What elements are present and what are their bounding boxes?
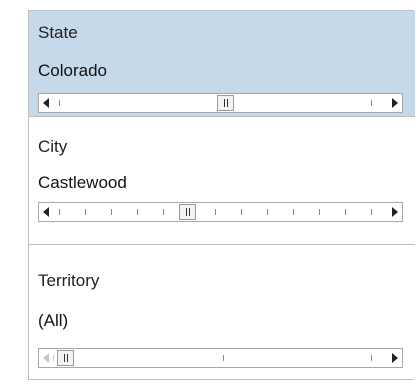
slider-tick bbox=[223, 355, 224, 361]
slider-thumb[interactable] bbox=[179, 204, 196, 220]
city-slider[interactable] bbox=[38, 202, 403, 222]
slider-tick bbox=[53, 355, 54, 361]
slider-tick bbox=[371, 100, 372, 106]
slider-next-arrow-icon[interactable] bbox=[392, 353, 398, 363]
filter-title-territory: Territory bbox=[38, 271, 100, 290]
filter-value-state: Colorado bbox=[38, 61, 107, 80]
territory-slider[interactable] bbox=[38, 348, 403, 368]
filter-value-territory: (All) bbox=[38, 311, 69, 330]
slider-tick bbox=[319, 209, 320, 215]
slider-prev-arrow-icon[interactable] bbox=[43, 98, 49, 108]
slider-tick bbox=[241, 209, 242, 215]
filter-territory[interactable]: Territory (All) bbox=[29, 245, 415, 379]
filter-title-state: State bbox=[38, 23, 78, 42]
slider-next-arrow-icon[interactable] bbox=[392, 207, 398, 217]
slider-prev-arrow-icon[interactable] bbox=[43, 207, 49, 217]
filter-state[interactable]: State Colorado bbox=[29, 11, 415, 116]
filter-city[interactable]: City Castlewood bbox=[29, 117, 415, 235]
slider-tick bbox=[137, 209, 138, 215]
slider-tick bbox=[85, 209, 86, 215]
slider-tick bbox=[215, 209, 216, 215]
slider-tick bbox=[163, 209, 164, 215]
slider-tick bbox=[345, 209, 346, 215]
slider-tick bbox=[371, 355, 372, 361]
filter-panel-window: State Colorado City Castlewood Territory… bbox=[0, 0, 420, 385]
slider-thumb[interactable] bbox=[57, 350, 74, 366]
slider-next-arrow-icon[interactable] bbox=[392, 98, 398, 108]
filter-value-city: Castlewood bbox=[38, 173, 127, 192]
slider-tick bbox=[267, 209, 268, 215]
slider-prev-arrow-icon bbox=[43, 353, 49, 363]
filter-title-city: City bbox=[38, 137, 68, 156]
slider-tick bbox=[59, 209, 60, 215]
slider-tick bbox=[293, 209, 294, 215]
slider-tick bbox=[371, 209, 372, 215]
state-slider[interactable] bbox=[38, 93, 403, 113]
quick-filter-panel: State Colorado City Castlewood Territory… bbox=[28, 10, 415, 380]
slider-tick bbox=[111, 209, 112, 215]
slider-thumb[interactable] bbox=[217, 95, 234, 111]
slider-tick bbox=[59, 100, 60, 106]
